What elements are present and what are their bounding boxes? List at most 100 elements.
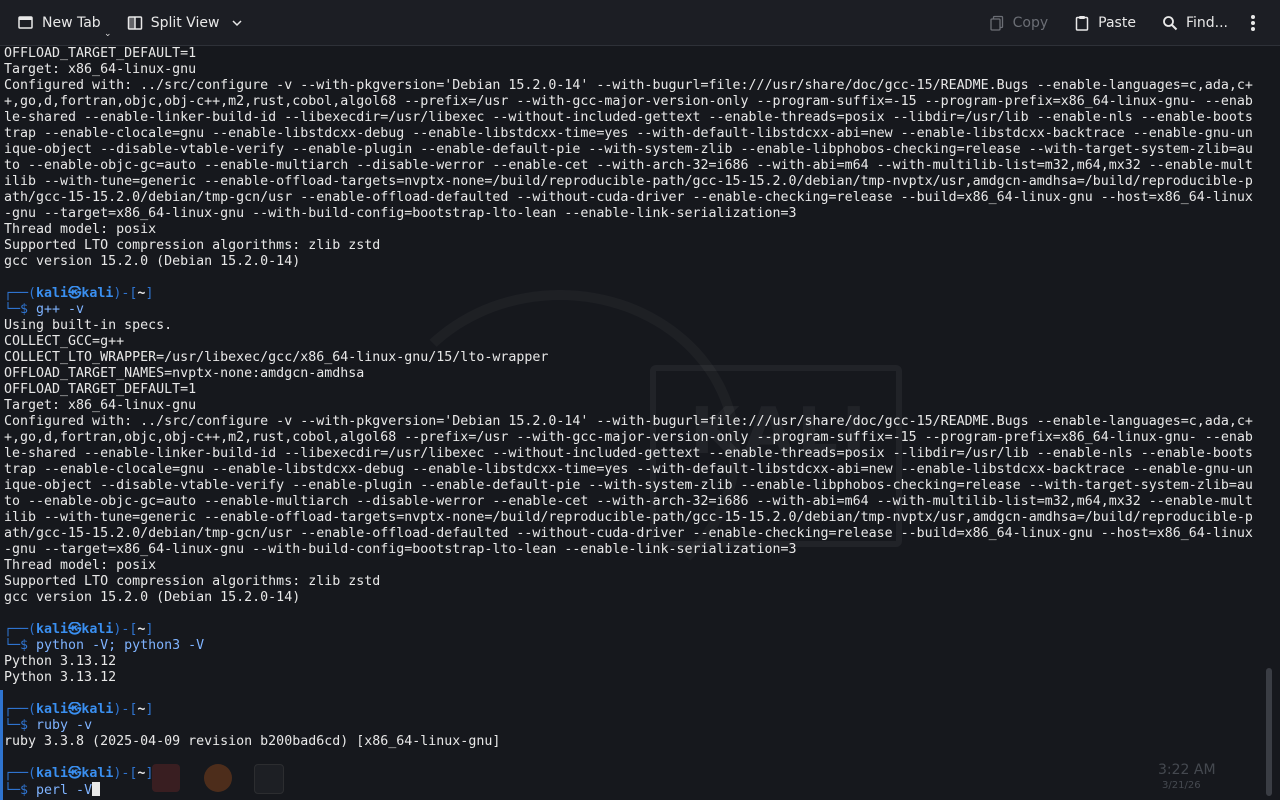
prompt-dollar: └─$ (4, 638, 37, 653)
output-line: OFFLOAD_TARGET_DEFAULT=1 (4, 382, 197, 397)
prompt-host: kali (81, 766, 114, 781)
prompt-command-line: └─$ perl -V (4, 782, 1260, 798)
output-line: Configured with: ../src/configure -v --w… (4, 414, 1253, 429)
prompt-host: kali (81, 702, 114, 717)
output-line: +,go,d,fortran,objc,obj-c++,m2,rust,cobo… (4, 430, 1253, 445)
paste-label: Paste (1098, 14, 1136, 31)
prompt-corner: ┌──( (4, 702, 37, 717)
output-line: OFFLOAD_TARGET_NAMES=nvptx-none:amdgcn-a… (4, 366, 365, 381)
output-line: Python 3.13.12 (4, 670, 117, 685)
find-button[interactable]: Find... (1154, 7, 1236, 39)
prompt-user: kali (36, 286, 69, 301)
output-line: trap --enable-clocale=gnu --enable-libst… (4, 126, 1253, 141)
output-line: Target: x86_64-linux-gnu (4, 62, 197, 77)
prompt-at-icon: ㉿ (68, 622, 82, 637)
prompt-dollar: └─$ (4, 783, 37, 798)
kebab-menu-icon (1251, 14, 1255, 31)
output-line: ath/gcc-15-15.2.0/debian/tmp-gcn/usr --e… (4, 526, 1253, 541)
prompt-close: ] (145, 766, 154, 781)
prompt-close: ] (145, 622, 154, 637)
text-cursor (92, 782, 101, 796)
prompt-close: ] (145, 702, 154, 717)
output-line: ique-object --disable-vtable-verify --en… (4, 478, 1253, 493)
new-tab-menu-caret-icon[interactable]: ⌄ (104, 29, 112, 39)
output-line: Thread model: posix (4, 222, 157, 237)
prompt-corner: ┌──( (4, 286, 37, 301)
output-line: COLLECT_GCC=g++ (4, 334, 125, 349)
output-line: gcc version 15.2.0 (Debian 15.2.0-14) (4, 590, 301, 605)
copy-icon (989, 15, 1003, 31)
prompt-at-icon: ㉿ (68, 766, 82, 781)
output-line: Supported LTO compression algorithms: zl… (4, 574, 381, 589)
output-line: ique-object --disable-vtable-verify --en… (4, 142, 1253, 157)
terminal-toolbar: New Tab ⌄ Split View Copy Paste Find... (0, 0, 1280, 46)
prompt-sep: )-[ (113, 766, 138, 781)
split-view-button[interactable]: Split View (119, 7, 252, 39)
command-text: g++ -v (36, 302, 85, 317)
output-line: trap --enable-clocale=gnu --enable-libst… (4, 462, 1253, 477)
prompt-host: kali (81, 622, 114, 637)
prompt-header: ┌──(kali㉿kali)-[~] (4, 286, 1260, 302)
search-icon (1163, 15, 1178, 30)
terminal-output[interactable]: OFFLOAD_TARGET_DEFAULT=1 Target: x86_64-l… (4, 46, 1260, 800)
split-view-label: Split View (150, 14, 220, 31)
prompt-sep: )-[ (113, 702, 138, 717)
output-line: COLLECT_LTO_WRAPPER=/usr/libexec/gcc/x86… (4, 350, 549, 365)
output-line: to --enable-objc-gc=auto --enable-multia… (4, 158, 1253, 173)
prompt-corner: ┌──( (4, 766, 37, 781)
prompt-at-icon: ㉿ (68, 702, 82, 717)
output-line: Supported LTO compression algorithms: zl… (4, 238, 381, 253)
output-line: Using built-in specs. (4, 318, 173, 333)
prompt-dollar: └─$ (4, 718, 37, 733)
prompt-at-icon: ㉿ (68, 286, 82, 301)
output-line: le-shared --enable-linker-build-id --lib… (4, 110, 1253, 125)
output-line: Target: x86_64-linux-gnu (4, 398, 197, 413)
prompt-header: ┌──(kali㉿kali)-[~] (4, 766, 1260, 782)
paste-button[interactable]: Paste (1066, 7, 1144, 39)
prompt-command-line: └─$ ruby -v (4, 718, 1260, 734)
copy-button[interactable]: Copy (981, 7, 1057, 39)
split-view-icon (127, 15, 142, 30)
prompt-sep: )-[ (113, 286, 138, 301)
prompt-header: ┌──(kali㉿kali)-[~] (4, 702, 1260, 718)
output-line: Thread model: posix (4, 558, 157, 573)
prompt-header: ┌──(kali㉿kali)-[~] (4, 622, 1260, 638)
find-label: Find... (1185, 14, 1228, 31)
new-tab-icon (18, 15, 33, 29)
prompt-user: kali (36, 702, 69, 717)
command-text: ruby -v (36, 718, 93, 733)
output-line: ath/gcc-15-15.2.0/debian/tmp-gcn/usr --e… (4, 190, 1253, 205)
chevron-down-icon[interactable] (231, 17, 243, 29)
output-line: +,go,d,fortran,objc,obj-c++,m2,rust,cobo… (4, 94, 1253, 109)
command-text: perl -V (36, 783, 93, 798)
output-line: OFFLOAD_TARGET_DEFAULT=1 (4, 46, 197, 61)
prompt-dollar: └─$ (4, 302, 37, 317)
output-line: ilib --with-tune=generic --enable-offloa… (4, 174, 1253, 189)
output-line: -gnu --target=x86_64-linux-gnu --with-bu… (4, 542, 797, 557)
prompt-close: ] (145, 286, 154, 301)
output-line: gcc version 15.2.0 (Debian 15.2.0-14) (4, 254, 301, 269)
output-line: to --enable-objc-gc=auto --enable-multia… (4, 494, 1253, 509)
command-text: python -V; python3 -V (36, 638, 205, 653)
prompt-host: kali (81, 286, 114, 301)
prompt-user: kali (36, 622, 69, 637)
terminal-scrollbar[interactable] (1262, 46, 1280, 800)
output-line: le-shared --enable-linker-build-id --lib… (4, 446, 1253, 461)
output-line: ilib --with-tune=generic --enable-offloa… (4, 510, 1253, 525)
menu-button[interactable] (1242, 7, 1272, 39)
new-tab-button[interactable]: New Tab ⌄ (10, 7, 112, 39)
copy-label: Copy (1012, 14, 1049, 31)
prompt-user: kali (36, 766, 69, 781)
scrollbar-thumb[interactable] (1266, 668, 1272, 796)
prompt-sep: )-[ (113, 622, 138, 637)
output-line: ruby 3.3.8 (2025-04-09 revision b200bad6… (4, 734, 501, 749)
output-line: Configured with: ../src/configure -v --w… (4, 78, 1253, 93)
new-tab-label: New Tab (42, 14, 101, 31)
prompt-command-line: └─$ python -V; python3 -V (4, 638, 1260, 654)
prompt-corner: ┌──( (4, 622, 37, 637)
prompt-command-line: └─$ g++ -v (4, 302, 1260, 318)
